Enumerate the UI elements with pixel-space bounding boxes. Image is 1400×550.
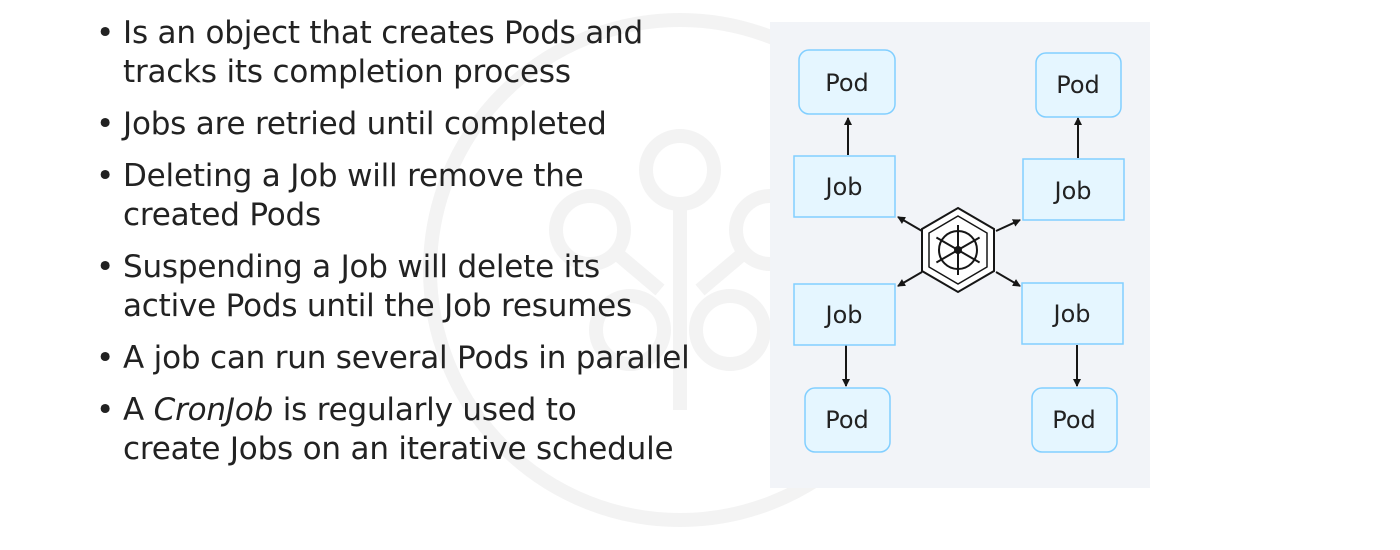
job-label: Job xyxy=(824,301,863,329)
bullet-marker: • xyxy=(96,15,115,51)
pod-label: Pod xyxy=(825,69,869,97)
bullet-item: • Deleting a Job will remove the created… xyxy=(96,157,756,235)
bullet-item: • Suspending a Job will delete its activ… xyxy=(96,248,756,326)
pod-label: Pod xyxy=(1056,71,1100,99)
pod-top-right: Pod xyxy=(1035,52,1122,118)
arrow-center-to-job-top-left xyxy=(897,216,923,232)
bullet-text: Jobs are retried until completed xyxy=(123,105,756,144)
job-bottom-right: Job xyxy=(1021,282,1124,345)
pod-top-left: Pod xyxy=(798,49,896,115)
bullet-text: A CronJob is regularly used to create Jo… xyxy=(123,391,756,469)
bullet-item: • A job can run several Pods in parallel xyxy=(96,339,756,378)
bullet-text: A job can run several Pods in parallel xyxy=(123,339,756,378)
bullet-text: Deleting a Job will remove the created P… xyxy=(123,157,756,235)
bullet-line: Deleting a Job will remove the xyxy=(123,158,584,194)
bullet-text-prefix: A xyxy=(123,392,154,428)
bullet-line: active Pods until the Job resumes xyxy=(123,288,632,324)
job-label: Job xyxy=(824,173,863,201)
bullet-line: Suspending a Job will delete its xyxy=(123,249,600,285)
job-top-right: Job xyxy=(1022,158,1125,221)
bullet-list: • Is an object that creates Pods and tra… xyxy=(96,14,756,482)
pod-label: Pod xyxy=(825,406,869,434)
bullet-text: Suspending a Job will delete its active … xyxy=(123,248,756,326)
bullet-marker: • xyxy=(96,249,115,285)
bullet-item: • Is an object that creates Pods and tra… xyxy=(96,14,756,92)
job-bottom-left: Job xyxy=(793,283,896,346)
arrow-center-to-job-bottom-right xyxy=(995,271,1021,287)
job-diagram: Pod Pod Pod Pod Job Job Job Job xyxy=(793,49,1125,453)
bullet-marker: • xyxy=(96,106,115,142)
bullet-item: • Jobs are retried until completed xyxy=(96,105,756,144)
pod-bottom-right: Pod xyxy=(1031,387,1118,453)
bullet-marker: • xyxy=(96,392,115,428)
arrow-center-to-job-top-right xyxy=(995,219,1021,232)
bullet-text: Is an object that creates Pods and track… xyxy=(123,14,756,92)
pod-bottom-left: Pod xyxy=(804,387,891,453)
job-top-left: Job xyxy=(793,155,896,218)
job-label: Job xyxy=(1053,177,1092,205)
bullet-item: • A CronJob is regularly used to create … xyxy=(96,391,756,469)
pod-label: Pod xyxy=(1052,406,1096,434)
kubernetes-helm-icon xyxy=(921,206,995,294)
bullet-text-suffix: is regularly used to xyxy=(273,392,577,428)
arrow-center-to-job-bottom-left xyxy=(897,271,923,287)
bullet-marker: • xyxy=(96,340,115,376)
job-label: Job xyxy=(1052,300,1091,328)
bullet-line: tracks its completion process xyxy=(123,54,571,90)
bullet-line: create Jobs on an iterative schedule xyxy=(123,431,674,467)
bullet-line: Is an object that creates Pods and xyxy=(123,15,644,51)
bullet-line: A CronJob is regularly used to xyxy=(123,391,756,430)
bullet-marker: • xyxy=(96,158,115,194)
cronjob-term: CronJob xyxy=(153,392,274,428)
bullet-line: Jobs are retried until completed xyxy=(123,106,607,142)
job-diagram-panel: Pod Pod Pod Pod Job Job Job Job xyxy=(770,22,1150,488)
bullet-line: created Pods xyxy=(123,197,321,233)
bullet-line: A job can run several Pods in parallel xyxy=(123,340,690,376)
